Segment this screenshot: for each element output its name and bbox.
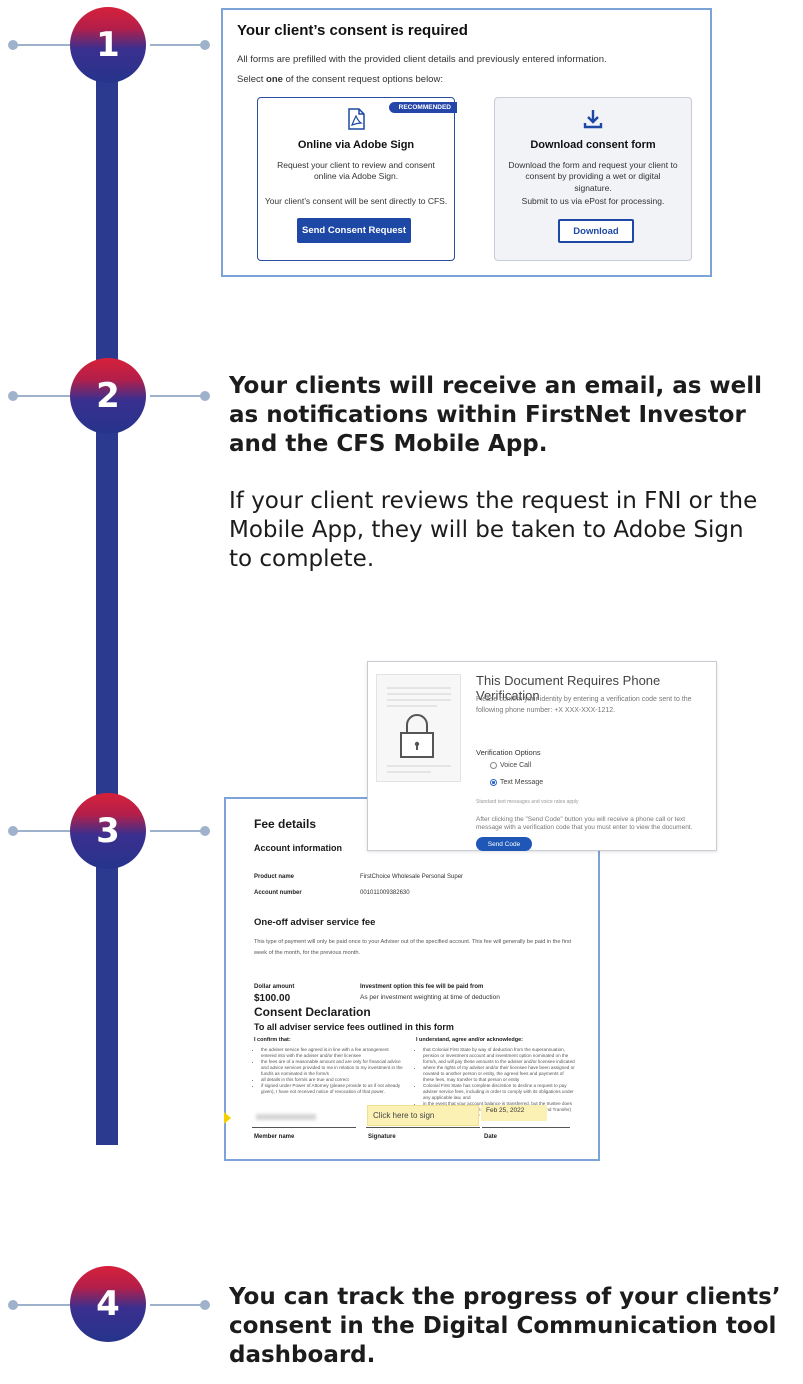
download-consent-card: Download consent form Download the form … (494, 97, 692, 261)
member-name-value (256, 1114, 316, 1120)
list-item: Colonial First State has complete discre… (423, 1083, 576, 1101)
send-code-button[interactable]: Send Code (476, 837, 532, 851)
oneoff-fee-heading: One-off adviser service fee (254, 917, 376, 928)
member-name-label: Member name (254, 1134, 295, 1140)
connector-line (150, 395, 204, 397)
date-field: Feb 25, 2022 (481, 1105, 547, 1121)
download-card-desc: Download the form and request your clien… (508, 160, 678, 193)
account-number-value: 001011009382630 (360, 890, 410, 896)
verification-text: Please confirm your identity by entering… (476, 696, 692, 714)
list-item: the adviser service fee agreed is in lin… (261, 1047, 404, 1059)
online-card-title: Online via Adobe Sign (297, 139, 415, 151)
list-item: if signed under Power of Attorney (pleas… (261, 1083, 404, 1095)
investment-option-label: Investment option this fee will be paid … (360, 984, 484, 990)
phone-verification-panel: This Document Requires Phone Verificatio… (367, 661, 717, 851)
voice-call-option[interactable]: Voice Call (490, 762, 531, 769)
connector-line (12, 44, 72, 46)
text-message-option[interactable]: Text Message (490, 779, 543, 786)
connector-line (12, 395, 72, 397)
step-4-badge: 4 (70, 1266, 146, 1342)
text-message-label: Text Message (500, 779, 544, 786)
list-item: the fees are of a reasonable amount and … (261, 1059, 404, 1077)
step-2-body: If your client reviews the request in FN… (229, 488, 758, 572)
consent-title: Your client’s consent is required (237, 22, 468, 39)
confirm-list: the adviser service fee agreed is in lin… (254, 1047, 404, 1095)
signature-label: Signature (368, 1134, 396, 1140)
connector-dot (200, 826, 210, 836)
investment-option-value: As per investment weighting at time of d… (360, 994, 500, 1001)
radio-voice-call[interactable] (490, 762, 497, 769)
connector-line (150, 830, 204, 832)
download-icon (583, 110, 603, 129)
list-item: that Colonial First State by way of dedu… (423, 1047, 576, 1065)
verification-options-label: Verification Options (476, 748, 541, 757)
account-info-heading: Account information (254, 843, 342, 853)
online-card-note: Your client’s consent will be sent direc… (264, 196, 448, 206)
consent-intro: All forms are prefilled with the provide… (237, 54, 607, 65)
connector-dot (200, 1300, 210, 1310)
step-number: 4 (96, 1284, 120, 1324)
step-3-badge: 3 (70, 793, 146, 869)
voice-call-label: Voice Call (500, 762, 532, 769)
step-2-badge: 2 (70, 358, 146, 434)
download-card-title: Download consent form (530, 139, 656, 151)
lock-icon (400, 714, 434, 758)
divider (366, 1127, 480, 1128)
connector-line (12, 1304, 72, 1306)
consent-select-instruction: Select one of the consent request option… (237, 74, 443, 85)
send-code-instructions: After clicking the "Send Code" button yo… (476, 816, 693, 832)
timeline-spine (96, 60, 118, 1145)
radio-text-message[interactable] (490, 779, 497, 786)
fee-details-title: Fee details (254, 817, 317, 831)
dollar-amount-value: $100.00 (254, 993, 291, 1004)
step-1-badge: 1 (70, 7, 146, 83)
step-number: 2 (96, 376, 120, 416)
click-to-sign-field[interactable]: Click here to sign (367, 1105, 479, 1126)
download-card-note: Submit to us via ePost for processing. (521, 196, 665, 206)
document-thumbnail (376, 674, 461, 782)
list-item: where the rights of my adviser and/or th… (423, 1065, 576, 1083)
step-number: 3 (96, 811, 120, 851)
online-card-desc: Request your client to review and consen… (277, 160, 435, 182)
step-number: 1 (96, 25, 120, 65)
pdf-icon (348, 108, 365, 130)
consent-declaration-heading: Consent Declaration (254, 1005, 371, 1019)
product-name-value: FirstChoice Wholesale Personal Super (360, 874, 464, 880)
connector-line (150, 44, 204, 46)
connector-line (12, 830, 72, 832)
connector-dot (200, 40, 210, 50)
connector-dot (200, 391, 210, 401)
download-button[interactable]: Download (558, 219, 634, 243)
dollar-amount-label: Dollar amount (254, 984, 295, 990)
sign-here-arrow-icon (224, 1112, 231, 1124)
confirm-label: I confirm that: (254, 1037, 291, 1043)
step-4-heading: You can track the progress of your clien… (229, 1284, 781, 1368)
divider (252, 1127, 356, 1128)
acknowledge-label: I understand, agree and/or acknowledge: (416, 1037, 523, 1043)
divider (482, 1127, 570, 1128)
product-name-label: Product name (254, 874, 295, 880)
oneoff-fee-text: This type of payment will only be paid o… (254, 939, 572, 956)
account-number-label: Account number (254, 890, 302, 896)
recommended-badge: RECOMMENDED (388, 102, 457, 113)
online-adobe-sign-card: RECOMMENDED Online via Adobe Sign Reques… (257, 97, 457, 261)
send-consent-request-button[interactable]: Send Consent Request (297, 218, 411, 243)
fee-details-panel: Fee details Account information Product … (224, 797, 600, 1161)
date-label: Date (484, 1134, 498, 1140)
consent-declaration-subheading: To all adviser service fees outlined in … (254, 1022, 454, 1032)
rates-note: Standard text messages and voice rates a… (476, 799, 579, 805)
consent-required-panel: Your client’s consent is required All fo… (221, 8, 712, 277)
connector-line (150, 1304, 204, 1306)
step-2-heading: Your clients will receive an email, as w… (229, 373, 763, 457)
